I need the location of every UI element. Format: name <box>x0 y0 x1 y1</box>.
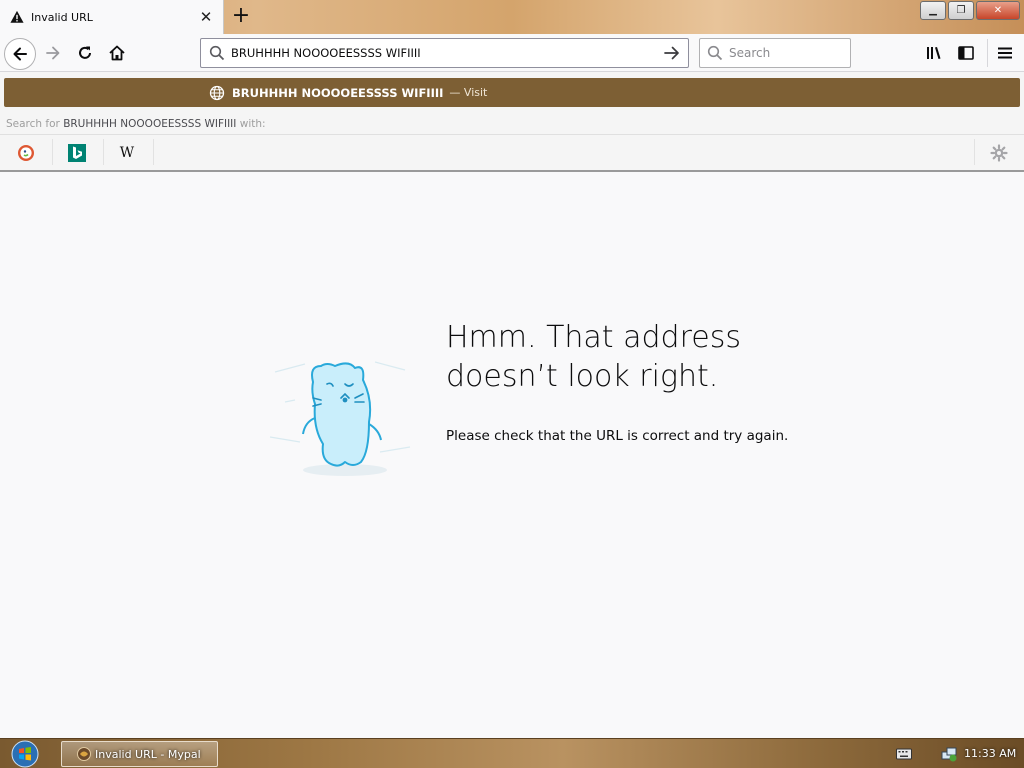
warning-icon <box>10 10 24 23</box>
taskbar: Invalid URL - Mypal 11:33 AM <box>0 738 1024 768</box>
error-page: Hmm. That address doesn’t look right. Pl… <box>0 174 1024 738</box>
keyboard-tray-button[interactable] <box>896 746 912 762</box>
new-tab-button[interactable]: + <box>230 5 252 27</box>
minimize-button[interactable]: ▁ <box>920 1 946 20</box>
url-suggestion-popup: BRUHHHH NOOOOEESSSS WIFIIII — Visit Sear… <box>0 72 1024 172</box>
wikipedia-icon: W <box>119 145 135 161</box>
error-description: Please check that the URL is correct and… <box>446 428 789 444</box>
wikipedia-button[interactable]: W <box>117 143 137 163</box>
toolbar-separator <box>987 39 988 67</box>
taskbar-window-label: Invalid URL - Mypal <box>95 747 201 761</box>
search-icon <box>707 45 723 61</box>
title-bar: Invalid URL ✕ + ▁ ❐ ✕ <box>0 0 1024 34</box>
search-for-term: BRUHHHH NOOOOEESSSS WIFIIII <box>63 118 237 130</box>
system-clock[interactable]: 11:33 AM <box>964 747 1016 760</box>
engine-separator <box>974 139 975 165</box>
error-title: Hmm. That address doesn’t look right. <box>446 320 741 394</box>
search-for-suffix: with: <box>236 118 266 130</box>
menu-button[interactable] <box>995 43 1015 63</box>
sidebar-icon <box>958 46 974 60</box>
home-icon <box>109 45 125 61</box>
visit-suggestion-row[interactable]: BRUHHHH NOOOOEESSSS WIFIIII — Visit <box>4 78 1020 107</box>
one-off-search-engines: W <box>0 134 1024 168</box>
library-button[interactable] <box>924 43 944 63</box>
back-arrow-icon <box>13 47 27 61</box>
mypal-app-icon <box>77 747 91 761</box>
reload-icon <box>79 46 91 59</box>
hamburger-menu-icon <box>998 47 1012 59</box>
search-settings-button[interactable] <box>989 143 1009 163</box>
navigation-toolbar: BRUHHHH NOOOOEESSSS WIFIIII <box>0 34 1024 72</box>
library-icon <box>927 47 941 59</box>
engine-separator <box>52 139 53 165</box>
suggestion-text: BRUHHHH NOOOOEESSSS WIFIIII <box>232 85 444 100</box>
search-icon <box>209 45 225 61</box>
tab-invalid-url[interactable]: Invalid URL ✕ <box>0 0 224 34</box>
keyboard-icon <box>896 748 912 760</box>
network-tray-button[interactable] <box>941 746 957 762</box>
search-for-prefix: Search for <box>6 118 64 130</box>
start-button[interactable] <box>6 740 44 768</box>
search-with-label: Search for BRUHHHH NOOOOEESSSS WIFIIII w… <box>6 118 266 130</box>
error-mascot-illustration <box>269 361 411 476</box>
close-window-button[interactable]: ✕ <box>976 1 1020 20</box>
restore-button[interactable]: ❐ <box>948 1 974 20</box>
home-button[interactable] <box>107 43 127 63</box>
sidebar-button[interactable] <box>956 43 976 63</box>
url-input[interactable]: BRUHHHH NOOOOEESSSS WIFIIII <box>231 46 662 60</box>
bing-button[interactable] <box>67 143 87 163</box>
go-arrow-icon[interactable] <box>662 43 682 63</box>
search-bar[interactable] <box>699 38 851 68</box>
bing-icon <box>68 144 86 162</box>
tab-close-button[interactable]: ✕ <box>195 6 217 28</box>
forward-arrow-icon <box>46 46 60 60</box>
globe-icon <box>209 85 225 100</box>
engine-separator <box>153 139 154 165</box>
forward-button[interactable] <box>43 43 63 63</box>
duckduckgo-icon <box>18 145 34 161</box>
tab-title: Invalid URL <box>31 10 93 24</box>
url-bar[interactable]: BRUHHHH NOOOOEESSSS WIFIIII <box>200 38 689 68</box>
reload-button[interactable] <box>75 43 95 63</box>
suggestion-action: — Visit <box>449 86 488 99</box>
duckduckgo-button[interactable] <box>16 143 36 163</box>
engine-separator <box>103 139 104 165</box>
window-controls: ▁ ❐ ✕ <box>918 1 1020 20</box>
search-input[interactable] <box>729 46 839 60</box>
back-button[interactable] <box>4 38 36 70</box>
taskbar-window-button[interactable]: Invalid URL - Mypal <box>61 741 218 767</box>
network-icon <box>941 747 957 762</box>
gear-icon <box>990 144 1008 162</box>
windows-logo-icon <box>11 740 39 768</box>
